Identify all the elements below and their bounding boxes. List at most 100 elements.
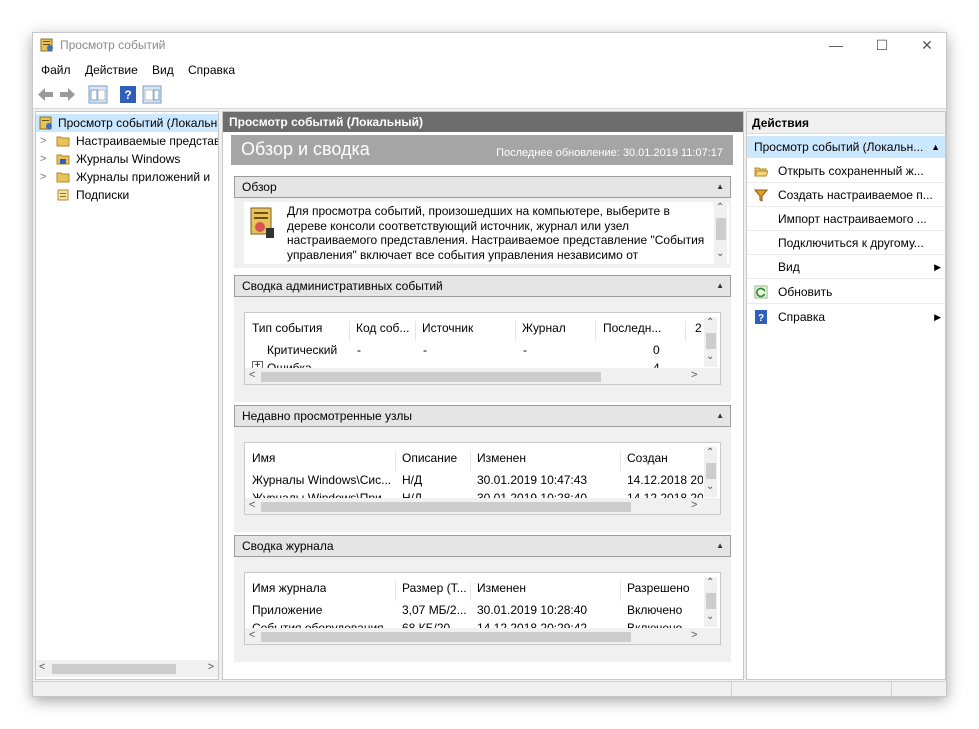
recent-nodes-section-header[interactable]: Недавно просмотренные узлы ▲ (234, 405, 731, 427)
action-label: Справка (778, 310, 826, 324)
maximize-button[interactable]: ☐ (859, 33, 905, 58)
column-header[interactable]: 2 (695, 321, 702, 335)
scrollbar-thumb[interactable] (706, 593, 716, 609)
section-title: Недавно просмотренные узлы (242, 409, 412, 423)
scroll-left-icon[interactable]: < (39, 661, 45, 673)
column-header[interactable]: Имя (252, 451, 275, 465)
scrollbar-thumb[interactable] (52, 664, 176, 674)
scroll-up-icon[interactable]: ⌃ (706, 577, 714, 588)
scroll-left-icon[interactable]: < (249, 369, 255, 381)
action-import-custom-view[interactable]: Импорт настраиваемого ... (747, 207, 945, 231)
collapse-arrow-icon[interactable]: ▲ (716, 536, 724, 556)
scroll-right-icon[interactable]: > (691, 369, 697, 381)
menu-action[interactable]: Действие (85, 63, 138, 77)
expand-chevron-icon[interactable]: > (40, 132, 46, 150)
vertical-scrollbar[interactable]: ⌃ ⌄ (704, 317, 717, 367)
collapse-arrow-icon[interactable]: ▲ (931, 136, 940, 158)
scroll-down-icon[interactable]: ⌄ (716, 248, 724, 259)
scrollbar-thumb[interactable] (261, 632, 631, 642)
menu-view[interactable]: Вид (152, 63, 174, 77)
scroll-up-icon[interactable]: ⌃ (706, 447, 714, 458)
help-icon[interactable]: ? (118, 85, 138, 104)
action-open-saved-log[interactable]: Открыть сохраненный ж... (747, 159, 945, 183)
actions-subheader[interactable]: Просмотр событий (Локальн... ▲ (747, 136, 945, 158)
expand-chevron-icon[interactable]: > (40, 168, 46, 186)
column-header[interactable]: Изменен (477, 581, 526, 595)
collapse-arrow-icon[interactable]: ▲ (716, 276, 724, 296)
action-help[interactable]: ? Справка ▶ (747, 305, 945, 329)
column-header[interactable]: Тип события (252, 321, 322, 335)
column-header[interactable]: Создан (627, 451, 668, 465)
scroll-right-icon[interactable]: > (691, 499, 697, 511)
column-header[interactable]: Описание (402, 451, 457, 465)
center-pane: Просмотр событий (Локальный) Обзор и сво… (222, 111, 744, 680)
action-view[interactable]: Вид ▶ (747, 255, 945, 279)
scrollbar-thumb[interactable] (706, 333, 716, 349)
scroll-right-icon[interactable]: > (208, 661, 214, 673)
scrollbar-thumb[interactable] (261, 502, 631, 512)
submenu-arrow-icon: ▶ (934, 262, 941, 272)
tree-root-label: Просмотр событий (Локальн (58, 116, 218, 130)
help-icon: ? (755, 310, 767, 324)
scrollbar-thumb[interactable] (261, 372, 601, 382)
action-refresh[interactable]: Обновить (747, 280, 945, 304)
action-label: Подключиться к другому... (778, 236, 924, 250)
section-title: Сводка административных событий (242, 279, 443, 293)
minimize-button[interactable]: — (813, 33, 859, 58)
scroll-left-icon[interactable]: < (249, 629, 255, 641)
horizontal-scrollbar[interactable]: < > (245, 368, 720, 384)
admin-summary-section-header[interactable]: Сводка административных событий ▲ (234, 275, 731, 297)
menu-help[interactable]: Справка (188, 63, 235, 77)
action-create-custom-view[interactable]: Создать настраиваемое п... (747, 183, 945, 207)
column-header[interactable]: Разрешено (627, 581, 690, 595)
horizontal-scrollbar[interactable]: < > (245, 498, 720, 514)
scroll-left-icon[interactable]: < (249, 499, 255, 511)
scrollbar-thumb[interactable] (716, 218, 726, 240)
windows-logs-folder-icon (56, 154, 70, 165)
refresh-icon (754, 285, 768, 299)
column-header[interactable]: Источник (422, 321, 473, 335)
event-viewer-window: Просмотр событий — ☐ ✕ Файл Действие Вид… (32, 32, 947, 697)
forward-arrow-icon[interactable] (57, 85, 77, 104)
column-header[interactable]: Последн... (603, 321, 661, 335)
folder-icon (56, 136, 70, 147)
scroll-right-icon[interactable]: > (691, 629, 697, 641)
log-summary-section-header[interactable]: Сводка журнала ▲ (234, 535, 731, 557)
overview-section-header[interactable]: Обзор ▲ (234, 176, 731, 198)
action-connect-another-computer[interactable]: Подключиться к другому... (747, 231, 945, 255)
column-header[interactable]: Размер (Т... (402, 581, 467, 595)
scroll-down-icon[interactable]: ⌄ (706, 351, 714, 362)
scroll-up-icon[interactable]: ⌃ (716, 202, 724, 213)
show-hide-action-pane-icon[interactable] (142, 85, 162, 104)
column-header[interactable]: Имя журнала (252, 581, 326, 595)
close-button[interactable]: ✕ (904, 33, 946, 58)
scroll-down-icon[interactable]: ⌄ (706, 481, 714, 492)
open-folder-icon (754, 167, 768, 177)
column-header[interactable]: Код соб... (356, 321, 409, 335)
tree-root-item[interactable]: Просмотр событий (Локальн (36, 114, 218, 132)
vertical-scrollbar[interactable]: ⌃ ⌄ (704, 577, 717, 627)
admin-summary-section-body: Тип события Код соб... Источник Журнал П… (234, 297, 731, 402)
column-header[interactable]: Журнал (522, 321, 566, 335)
vertical-scrollbar[interactable]: ⌃ ⌄ (704, 447, 717, 497)
scroll-down-icon[interactable]: ⌄ (706, 611, 714, 622)
collapse-arrow-icon[interactable]: ▲ (716, 177, 724, 197)
log-summary-table: Имя журнала Размер (Т... Изменен Разреше… (244, 572, 721, 645)
action-label: Обновить (778, 285, 833, 299)
filter-funnel-icon (754, 189, 768, 202)
expand-chevron-icon[interactable]: > (40, 150, 46, 168)
horizontal-scrollbar[interactable]: < > (245, 628, 720, 644)
column-header[interactable]: Изменен (477, 451, 526, 465)
scroll-up-icon[interactable]: ⌃ (706, 317, 714, 328)
status-bar (33, 681, 946, 696)
title-bar: Просмотр событий — ☐ ✕ (33, 33, 946, 58)
event-viewer-icon (39, 116, 52, 130)
back-arrow-icon[interactable] (36, 85, 56, 104)
menu-file[interactable]: Файл (41, 63, 71, 77)
scrollbar-thumb[interactable] (706, 463, 716, 479)
tree-horizontal-scrollbar[interactable]: < > (36, 660, 218, 677)
collapse-arrow-icon[interactable]: ▲ (716, 406, 724, 426)
show-hide-console-tree-icon[interactable] (88, 85, 108, 104)
overview-vertical-scrollbar[interactable]: ⌃ ⌄ (714, 202, 727, 264)
console-tree: Просмотр событий (Локальн > Настраиваемы… (35, 111, 219, 680)
